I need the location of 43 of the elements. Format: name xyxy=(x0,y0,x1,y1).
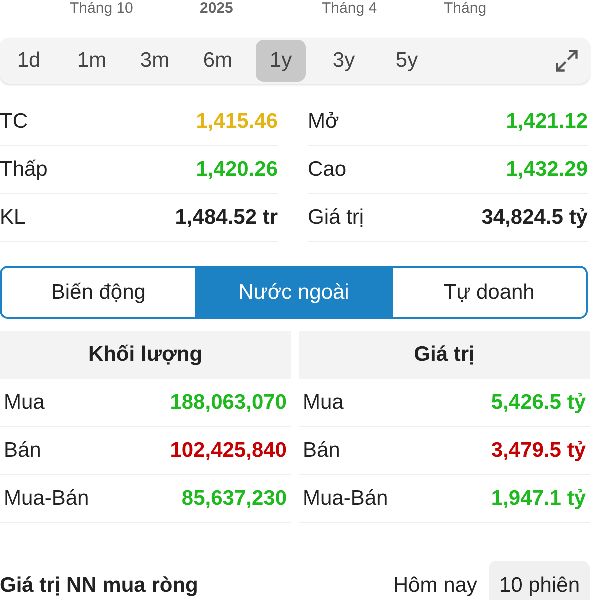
range-tab[interactable]: 3y xyxy=(319,40,369,82)
table-value: 85,637,230 xyxy=(182,486,287,512)
range-tab[interactable]: 1m xyxy=(67,40,117,82)
range-tab[interactable]: 1y xyxy=(256,40,306,82)
stat-label: TC xyxy=(0,108,28,135)
table-value: 188,063,070 xyxy=(170,390,287,416)
table-value: 3,479.5 tỷ xyxy=(491,438,586,464)
stat-value: 1,421.12 xyxy=(506,108,588,135)
table-label: Mua xyxy=(303,390,344,416)
range-tab[interactable]: 3m xyxy=(130,40,180,82)
range-tab[interactable]: 1d xyxy=(4,40,54,82)
range-tab[interactable]: 6m xyxy=(193,40,243,82)
stat-value: 1,432.29 xyxy=(506,156,588,183)
table-label: Bán xyxy=(303,438,340,464)
table-value: 5,426.5 tỷ xyxy=(491,390,586,416)
period-tab[interactable]: Hôm nay xyxy=(383,561,488,600)
axis-label: Tháng xyxy=(444,0,487,17)
range-tab[interactable]: 5y xyxy=(382,40,432,82)
table-header: Khối lượng xyxy=(0,331,291,379)
section-title: Giá trị NN mua ròng xyxy=(0,573,200,600)
table-label: Bán xyxy=(4,438,42,464)
stat-label: KL xyxy=(0,204,26,231)
stat-label: Cao xyxy=(308,156,347,183)
axis-label: 2025 xyxy=(200,0,234,17)
stat-label: Thấp xyxy=(0,156,48,183)
period-tab[interactable]: 10 phiên xyxy=(489,561,590,600)
table-label: Mua xyxy=(4,390,45,416)
stat-label: Giá trị xyxy=(308,204,364,231)
expand-icon[interactable] xyxy=(554,48,580,74)
table-label: Mua-Bán xyxy=(303,486,388,512)
stat-value: 1,420.26 xyxy=(196,156,278,183)
axis-label: Tháng 10 xyxy=(70,0,134,17)
stat-label: Mở xyxy=(308,108,340,135)
segment-tab[interactable]: Tự doanh xyxy=(390,268,586,317)
table-value: 1,947.1 tỷ xyxy=(491,486,586,512)
table-value: 102,425,840 xyxy=(170,438,287,464)
axis-label: Tháng 4 xyxy=(322,0,378,17)
table-header: Giá trị xyxy=(299,331,590,379)
stat-value: 1,484.52 tr xyxy=(175,204,278,231)
segment-tab[interactable]: Nước ngoài xyxy=(195,268,391,317)
stat-value: 34,824.5 tỷ xyxy=(482,204,588,231)
table-label: Mua-Bán xyxy=(4,486,90,512)
stat-value: 1,415.46 xyxy=(196,108,278,135)
